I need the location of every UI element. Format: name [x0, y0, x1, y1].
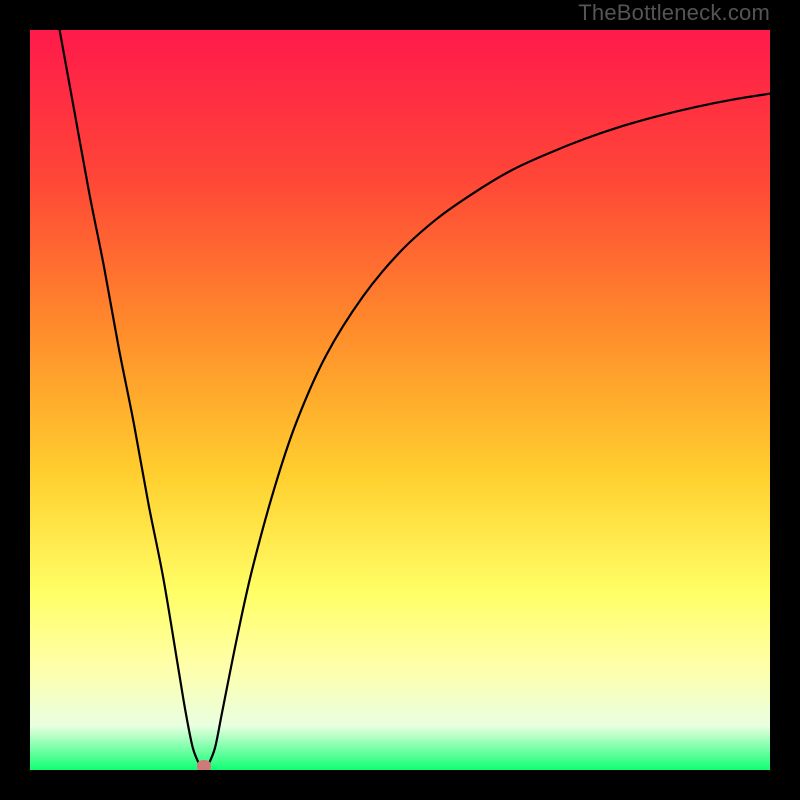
- chart-frame: TheBottleneck.com: [0, 0, 800, 800]
- bottleneck-curve: [30, 30, 770, 770]
- optimum-marker: [197, 760, 211, 770]
- plot-area: [30, 30, 770, 770]
- watermark-text: TheBottleneck.com: [578, 0, 770, 26]
